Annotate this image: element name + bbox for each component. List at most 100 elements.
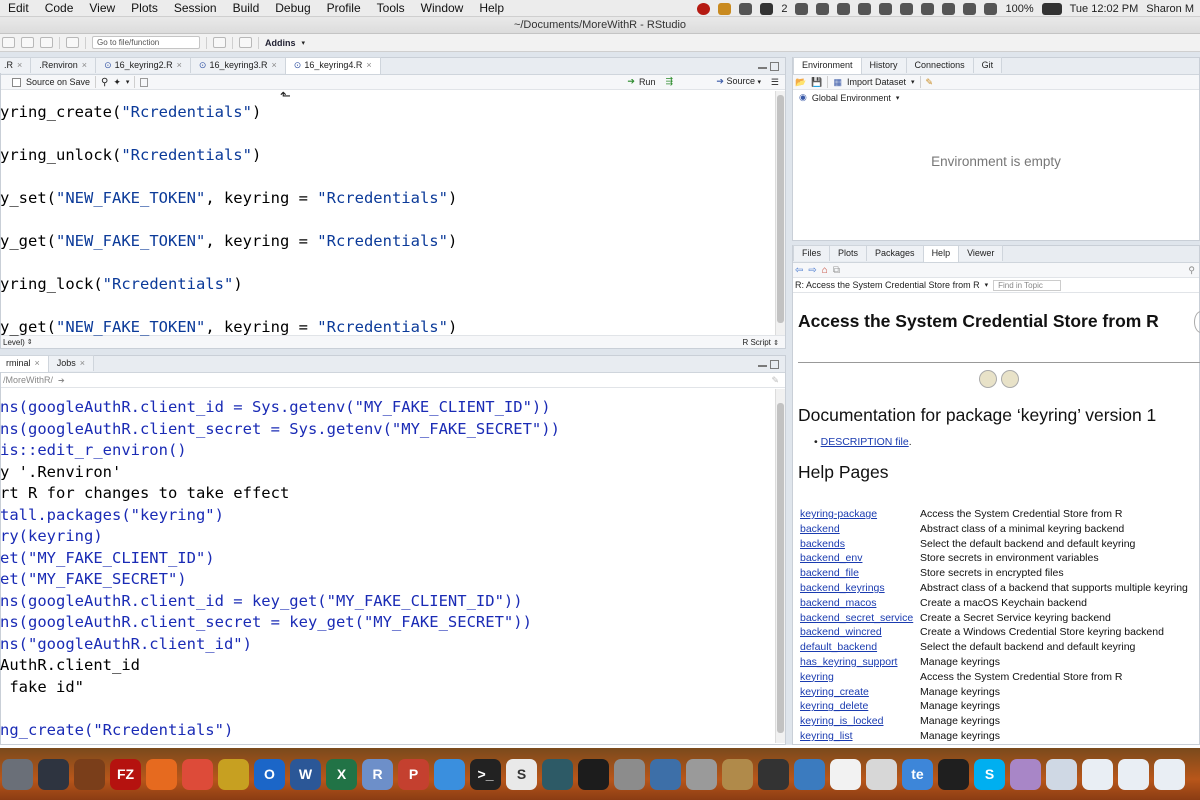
minimize-pane-icon[interactable] [758, 364, 767, 367]
chevron-down-icon[interactable]: ▾ [302, 39, 306, 47]
keyboard-icon[interactable] [942, 2, 956, 15]
battery-icon[interactable] [1041, 2, 1062, 15]
help-page-link[interactable]: keyring_create [800, 685, 920, 700]
save-all-icon[interactable] [40, 37, 53, 48]
clock-text[interactable]: Tue 12:02 PM [1070, 3, 1139, 15]
tab--r[interactable]: .R × [0, 57, 32, 73]
menu-build[interactable]: Build [225, 1, 268, 15]
help-page-link[interactable]: backend_macos [800, 596, 920, 611]
powerpoint-icon[interactable]: P [398, 758, 429, 790]
close-icon[interactable]: × [82, 60, 87, 70]
dropbox-icon[interactable] [816, 2, 830, 15]
go-to-dir-icon[interactable]: ➔ [58, 376, 65, 385]
cloud-icon[interactable] [795, 2, 809, 15]
scroll-thumb[interactable] [777, 95, 784, 323]
menu-session[interactable]: Session [166, 1, 225, 15]
help-page-link[interactable]: keyring_list [800, 729, 920, 744]
tab-rminal[interactable]: rminal × [0, 355, 49, 372]
tab-files[interactable]: Files [793, 245, 831, 261]
obs-icon[interactable] [938, 758, 969, 790]
outlook-icon[interactable]: O [254, 758, 285, 790]
safari-icon[interactable] [434, 758, 465, 790]
help-page-link[interactable]: backend_keyrings [800, 581, 920, 596]
vcs-icon[interactable] [213, 37, 226, 48]
menu-debug[interactable]: Debug [267, 1, 318, 15]
help-page-link[interactable]: default_backend [800, 640, 920, 655]
help-page-link[interactable]: backend_wincred [800, 625, 920, 640]
broom-icon[interactable]: ✎ [926, 77, 934, 88]
help-topic-dropdown[interactable]: R: Access the System Credential Store fr… [795, 280, 980, 290]
help-page-link[interactable]: backend_env [800, 551, 920, 566]
clock-icon[interactable] [858, 2, 872, 15]
run-button[interactable]: ➔ Run ⇶ [627, 76, 673, 87]
close-icon[interactable]: × [35, 358, 40, 368]
minimize-pane-icon[interactable] [758, 66, 767, 69]
sound-icon[interactable] [879, 2, 893, 15]
open-window-icon[interactable]: ⧉ [833, 265, 840, 276]
help-page-link[interactable]: keyring-package [800, 507, 920, 522]
help-page-link[interactable]: backend [800, 522, 920, 537]
search-icon[interactable]: ⚲ [1188, 265, 1195, 276]
file-type-selector[interactable]: R Script ⇕ [742, 338, 779, 347]
shield-icon[interactable] [718, 2, 732, 15]
broom-icon[interactable]: ✎ [771, 375, 779, 386]
chrome-icon[interactable] [182, 758, 213, 790]
help-page-link[interactable]: keyring_is_locked [800, 714, 920, 729]
tab-16-keyring4-r[interactable]: ⊙ 16_keyring4.R × [284, 57, 381, 74]
chrome-alt-icon[interactable] [74, 758, 105, 790]
addins-button[interactable]: Addins [265, 38, 296, 48]
tab-jobs[interactable]: Jobs × [47, 355, 95, 371]
tab-connections[interactable]: Connections [905, 57, 974, 73]
back-arrow-icon[interactable]: ⇦ [795, 265, 803, 276]
source-scrollbar[interactable] [775, 91, 785, 335]
excel-icon[interactable]: X [326, 758, 357, 790]
menu-help[interactable]: Help [471, 1, 512, 15]
maximize-pane-icon[interactable] [770, 62, 779, 71]
open-project-icon[interactable] [2, 37, 15, 48]
bluetooth-icon[interactable] [921, 2, 935, 15]
tab-plots[interactable]: Plots [829, 245, 868, 261]
outline-icon[interactable]: ☰ [771, 77, 779, 88]
close-icon[interactable]: × [272, 60, 277, 70]
sync-icon[interactable] [739, 2, 753, 15]
mission-control-icon[interactable] [38, 758, 69, 790]
close-icon[interactable]: × [177, 60, 182, 70]
document-icon[interactable] [1082, 758, 1113, 790]
menu-window[interactable]: Window [413, 1, 472, 15]
xcode-icon[interactable] [650, 758, 681, 790]
close-icon[interactable]: × [17, 60, 22, 70]
wand-icon[interactable]: ✦ [113, 77, 121, 88]
filezilla-icon[interactable]: FZ [110, 758, 141, 790]
notes-icon[interactable] [830, 758, 861, 790]
home-icon[interactable]: ⌂ [822, 265, 828, 276]
tab--renviron[interactable]: .Renviron × [30, 57, 97, 73]
help-page-link[interactable]: backend_file [800, 566, 920, 581]
volume-icon[interactable] [984, 2, 998, 15]
terminal-icon[interactable]: >_ [470, 758, 501, 790]
finder-folder-icon[interactable] [1046, 758, 1077, 790]
scrivener-icon[interactable]: S [506, 758, 537, 790]
load-workspace-icon[interactable]: 📂 [795, 77, 806, 88]
tab-packages[interactable]: Packages [866, 245, 924, 261]
wifi-icon[interactable] [963, 2, 977, 15]
document2-icon[interactable] [1118, 758, 1149, 790]
help-page-link[interactable]: keyring [800, 670, 920, 685]
tab-history[interactable]: History [860, 57, 907, 73]
tab-viewer[interactable]: Viewer [958, 245, 1004, 261]
rerun-icon[interactable]: ⇶ [665, 76, 673, 87]
system-preferences-icon[interactable] [614, 758, 645, 790]
menu-plots[interactable]: Plots [123, 1, 166, 15]
tab-16-keyring3-r[interactable]: ⊙ 16_keyring3.R × [189, 57, 286, 73]
search-icon[interactable]: ⚲ [101, 77, 108, 88]
close-icon[interactable]: × [366, 60, 371, 70]
index-logo-icon[interactable] [1000, 370, 1019, 388]
menu-tools[interactable]: Tools [369, 1, 413, 15]
compile-report-icon[interactable] [140, 77, 149, 87]
activity-monitor-icon[interactable] [578, 758, 609, 790]
lightning-icon[interactable] [837, 2, 851, 15]
tab-16-keyring2-r[interactable]: ⊙ 16_keyring2.R × [95, 57, 191, 73]
chevron-down-icon[interactable]: ▾ [985, 281, 989, 289]
forward-arrow-icon[interactable]: ⇨ [808, 265, 816, 276]
source-on-save-checkbox[interactable] [12, 77, 21, 87]
rocket-icon[interactable] [2, 758, 33, 790]
